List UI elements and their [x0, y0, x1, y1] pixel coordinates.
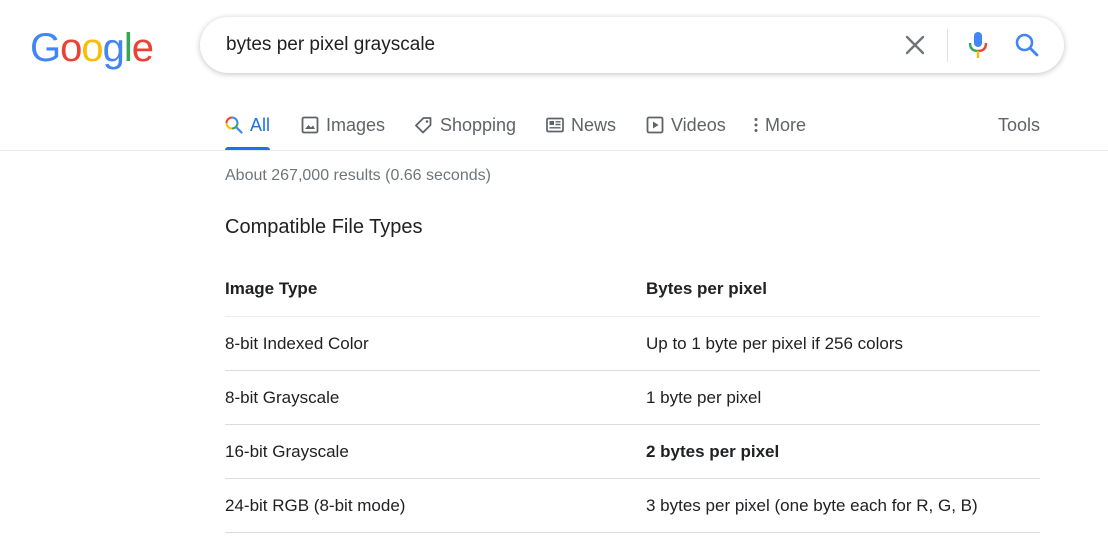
- table-row: 24-bit RGB (8-bit mode) 3 bytes per pixe…: [225, 479, 1040, 533]
- microphone-icon: [968, 32, 988, 58]
- tag-icon: [415, 116, 432, 133]
- logo-letter-l: l: [123, 26, 133, 70]
- tab-all[interactable]: All: [225, 112, 270, 138]
- table-cell: Up to 1 byte per pixel if 256 colors: [646, 333, 904, 353]
- image-icon: [301, 116, 319, 134]
- tab-images[interactable]: Images: [301, 112, 385, 138]
- logo-letter-g: G: [30, 26, 61, 70]
- tab-news-label: News: [571, 114, 617, 135]
- table-header-cell: Bytes per pixel: [646, 279, 767, 298]
- voice-search-button[interactable]: [966, 30, 990, 60]
- tab-more-label: More: [765, 114, 807, 135]
- table-cell: 24-bit RGB (8-bit mode): [225, 495, 406, 515]
- tab-videos[interactable]: Videos: [646, 112, 726, 138]
- logo-letter-o2: o: [81, 26, 103, 70]
- table-row: 8-bit Indexed Color Up to 1 byte per pix…: [225, 317, 1040, 371]
- more-vert-icon: [754, 118, 758, 132]
- search-tabs: All Images Shopping News Videos More Too…: [0, 100, 1108, 150]
- tab-all-label: All: [250, 114, 271, 135]
- search-icon: [225, 116, 243, 134]
- clear-search-button[interactable]: [904, 34, 926, 56]
- tools-button[interactable]: Tools: [998, 112, 1040, 138]
- table-row: 16-bit Grayscale 2 bytes per pixel: [225, 425, 1040, 479]
- search-submit-button[interactable]: [1014, 32, 1040, 58]
- result-stats: About 267,000 results (0.66 seconds): [225, 167, 491, 184]
- tab-images-label: Images: [326, 114, 386, 135]
- table-header-cell: Image Type: [225, 279, 318, 298]
- tools-label: Tools: [998, 114, 1041, 135]
- search-input[interactable]: [226, 32, 866, 58]
- tab-shopping[interactable]: Shopping: [414, 112, 516, 138]
- search-box: [200, 17, 1064, 73]
- tab-more[interactable]: More: [752, 112, 806, 138]
- close-icon: [905, 35, 925, 55]
- table-cell: 1 byte per pixel: [646, 387, 762, 407]
- tab-news[interactable]: News: [546, 112, 616, 138]
- tabs-divider: [0, 150, 1108, 151]
- logo-letter-o1: o: [60, 26, 82, 70]
- table-cell-highlighted: 2 bytes per pixel: [646, 441, 780, 461]
- video-icon: [646, 116, 664, 134]
- featured-snippet-title: Compatible File Types: [225, 216, 423, 238]
- tab-videos-label: Videos: [671, 114, 726, 135]
- search-icon: [1015, 33, 1039, 57]
- logo-letter-e: e: [131, 26, 154, 70]
- table-cell: 16-bit Grayscale: [225, 441, 349, 461]
- tab-shopping-label: Shopping: [440, 114, 517, 135]
- logo-letter-g2: g: [102, 26, 125, 70]
- table-cell: 3 bytes per pixel (one byte each for R, …: [646, 495, 978, 515]
- table-cell: 8-bit Grayscale: [225, 387, 340, 407]
- table-row: 8-bit Grayscale 1 byte per pixel: [225, 371, 1040, 425]
- featured-snippet-table: Image Type Bytes per pixel 8-bit Indexed…: [225, 262, 1040, 533]
- google-logo[interactable]: Google: [30, 26, 154, 70]
- table-cell: 8-bit Indexed Color: [225, 333, 369, 353]
- table-header-row: Image Type Bytes per pixel: [225, 262, 1040, 317]
- newspaper-icon: [546, 117, 564, 133]
- search-divider: [947, 29, 948, 62]
